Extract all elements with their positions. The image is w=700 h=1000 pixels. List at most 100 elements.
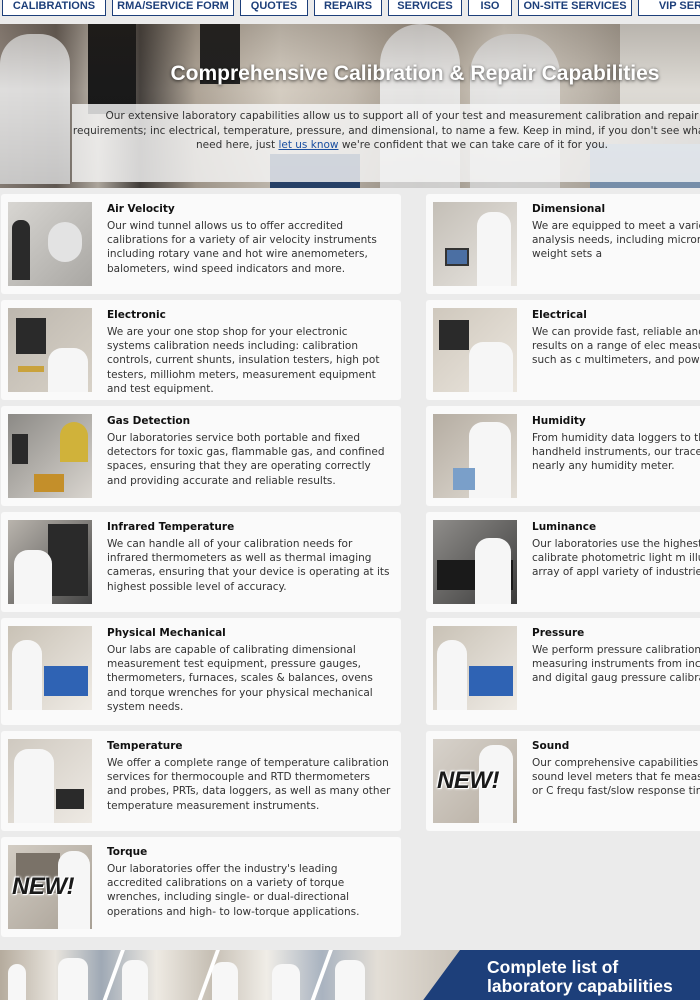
nav-iso[interactable]: ISO: [468, 0, 512, 16]
capability-thumbnail[interactable]: [433, 414, 517, 498]
capability-card-gas-detection[interactable]: Gas Detection Our laboratories service bo…: [1, 406, 401, 506]
hero-description-text-end: we're confident that we can take care of…: [338, 139, 608, 151]
thumbnail-shape: [12, 640, 42, 710]
banner-photo-figure: [8, 964, 26, 1000]
capability-description: Our laboratories service both portable a…: [107, 432, 385, 487]
capability-description: Our laboratories offer the industry's le…: [107, 863, 360, 918]
thumbnail-shape: [16, 318, 46, 354]
capability-card-luminance[interactable]: Luminance Our laboratories use the highes…: [426, 512, 700, 612]
capability-thumbnail[interactable]: [8, 626, 92, 710]
banner-photo-figure: [272, 964, 300, 1000]
capability-title[interactable]: Dimensional: [532, 203, 605, 215]
capability-description: We can handle all of your calibration ne…: [107, 538, 390, 593]
page-title: Comprehensive Calibration & Repair Capab…: [170, 62, 660, 85]
capability-title[interactable]: Torque: [107, 846, 147, 858]
thumbnail-shape: [475, 538, 511, 604]
capability-thumbnail[interactable]: NEW!: [433, 739, 517, 823]
capability-thumbnail[interactable]: [433, 520, 517, 604]
thumbnail-shape: [12, 434, 28, 464]
capability-description: We are equipped to meet a variety of cal…: [532, 220, 700, 261]
thumbnail-shape: [48, 348, 88, 392]
top-nav: CALIBRATIONS RMA/SERVICE FORM QUOTES REP…: [0, 0, 700, 18]
thumbnail-shape: [14, 749, 54, 823]
thumbnail-shape: [56, 789, 84, 809]
capability-description: We are your one stop shop for your elect…: [107, 326, 380, 395]
nav-rma-service-form[interactable]: RMA/SERVICE FORM: [112, 0, 234, 16]
capability-card-air-velocity[interactable]: Air Velocity Our wind tunnel allows us to…: [1, 194, 401, 294]
capability-card-torque[interactable]: NEW! Torque Our laboratories offer the ind…: [1, 837, 401, 937]
thumbnail-shape: [469, 666, 513, 696]
capability-description: We perform pressure calibrations on vacu…: [532, 644, 700, 685]
thumbnail-shape: [14, 550, 52, 604]
capability-title[interactable]: Electronic: [107, 309, 166, 321]
banner-photo-figure: [212, 962, 238, 1000]
capability-title[interactable]: Pressure: [532, 627, 584, 639]
capability-thumbnail[interactable]: [8, 414, 92, 498]
capability-title[interactable]: Sound: [532, 740, 569, 752]
capability-title[interactable]: Physical Mechanical: [107, 627, 226, 639]
capability-title[interactable]: Gas Detection: [107, 415, 190, 427]
capability-description: Our laboratories use the highest spe ord…: [532, 538, 700, 579]
banner-title-line: laboratory capabilities: [487, 976, 673, 996]
nav-quotes[interactable]: QUOTES: [240, 0, 308, 16]
thumbnail-shape: [34, 474, 64, 492]
banner-title-line: Complete list of: [487, 957, 619, 977]
thumbnail-shape: [439, 320, 469, 350]
capability-thumbnail[interactable]: [433, 308, 517, 392]
capability-card-humidity[interactable]: Humidity From humidity data loggers to th…: [426, 406, 700, 506]
capability-description: Our wind tunnel allows us to offer accre…: [107, 220, 377, 275]
thumbnail-shape: [48, 222, 82, 262]
banner-title: Complete list of laboratory capabilities: [487, 958, 697, 996]
thumbnail-shape: [18, 366, 44, 372]
capability-title[interactable]: Temperature: [107, 740, 183, 752]
let-us-know-link[interactable]: let us know: [278, 139, 338, 151]
capability-title[interactable]: Infrared Temperature: [107, 521, 234, 533]
capability-thumbnail[interactable]: [433, 202, 517, 286]
nav-repairs[interactable]: REPAIRS: [314, 0, 382, 16]
thumbnail-shape: [44, 666, 88, 696]
capability-thumbnail[interactable]: [8, 202, 92, 286]
capability-description: From humidity data loggers to therm accu…: [532, 432, 700, 473]
hero-description: Our extensive laboratory capabilities al…: [72, 109, 700, 153]
new-badge: NEW!: [12, 873, 74, 900]
thumbnail-shape: [453, 468, 475, 490]
capability-description: We can provide fast, reliable and high c…: [532, 326, 700, 367]
thumbnail-shape: [437, 640, 467, 710]
nav-on-site-services[interactable]: ON-SITE SERVICES: [518, 0, 632, 16]
capability-title[interactable]: Electrical: [532, 309, 587, 321]
thumbnail-shape: [469, 342, 513, 392]
capability-card-temperature[interactable]: Temperature We offer a complete range of …: [1, 731, 401, 831]
new-badge: NEW!: [437, 767, 499, 794]
capability-description: Our labs are capable of calibrating dime…: [107, 644, 373, 713]
capability-thumbnail[interactable]: NEW!: [8, 845, 92, 929]
capability-thumbnail[interactable]: [8, 308, 92, 392]
thumbnail-shape: [12, 220, 30, 280]
capability-description: We offer a complete range of temperature…: [107, 757, 391, 812]
nav-calibrations[interactable]: CALIBRATIONS: [2, 0, 106, 16]
capability-card-dimensional[interactable]: Dimensional We are equipped to meet a var…: [426, 194, 700, 294]
capability-card-pressure[interactable]: Pressure We perform pressure calibrations…: [426, 618, 700, 725]
capability-title[interactable]: Luminance: [532, 521, 596, 533]
capability-title[interactable]: Air Velocity: [107, 203, 175, 215]
thumbnail-shape: [469, 422, 511, 498]
thumbnail-shape: [477, 212, 511, 286]
capability-card-electrical[interactable]: Electrical We can provide fast, reliable …: [426, 300, 700, 400]
capability-card-physical-mechanical[interactable]: Physical Mechanical Our labs are capable …: [1, 618, 401, 725]
capability-card-sound[interactable]: NEW! Sound Our comprehensive capabilities …: [426, 731, 700, 831]
hero-banner: Comprehensive Calibration & Repair Capab…: [0, 24, 700, 188]
nav-vip-services[interactable]: VIP SERV: [638, 0, 700, 16]
capability-thumbnail[interactable]: [8, 520, 92, 604]
capability-card-electronic[interactable]: Electronic We are your one stop shop for …: [1, 300, 401, 400]
capability-title[interactable]: Humidity: [532, 415, 586, 427]
banner-photo-figure: [335, 960, 365, 1000]
capability-card-infrared-temperature[interactable]: Infrared Temperature We can handle all of…: [1, 512, 401, 612]
complete-list-banner[interactable]: Complete list of laboratory capabilities: [0, 950, 700, 1000]
capability-description: Our comprehensive capabilities inclu and…: [532, 757, 700, 798]
capability-thumbnail[interactable]: [8, 739, 92, 823]
nav-services[interactable]: SERVICES: [388, 0, 462, 16]
thumbnail-shape: [48, 524, 88, 596]
thumbnail-shape: [60, 422, 88, 462]
banner-photo-figure: [122, 960, 148, 1000]
thumbnail-shape: [445, 248, 469, 266]
capability-thumbnail[interactable]: [433, 626, 517, 710]
